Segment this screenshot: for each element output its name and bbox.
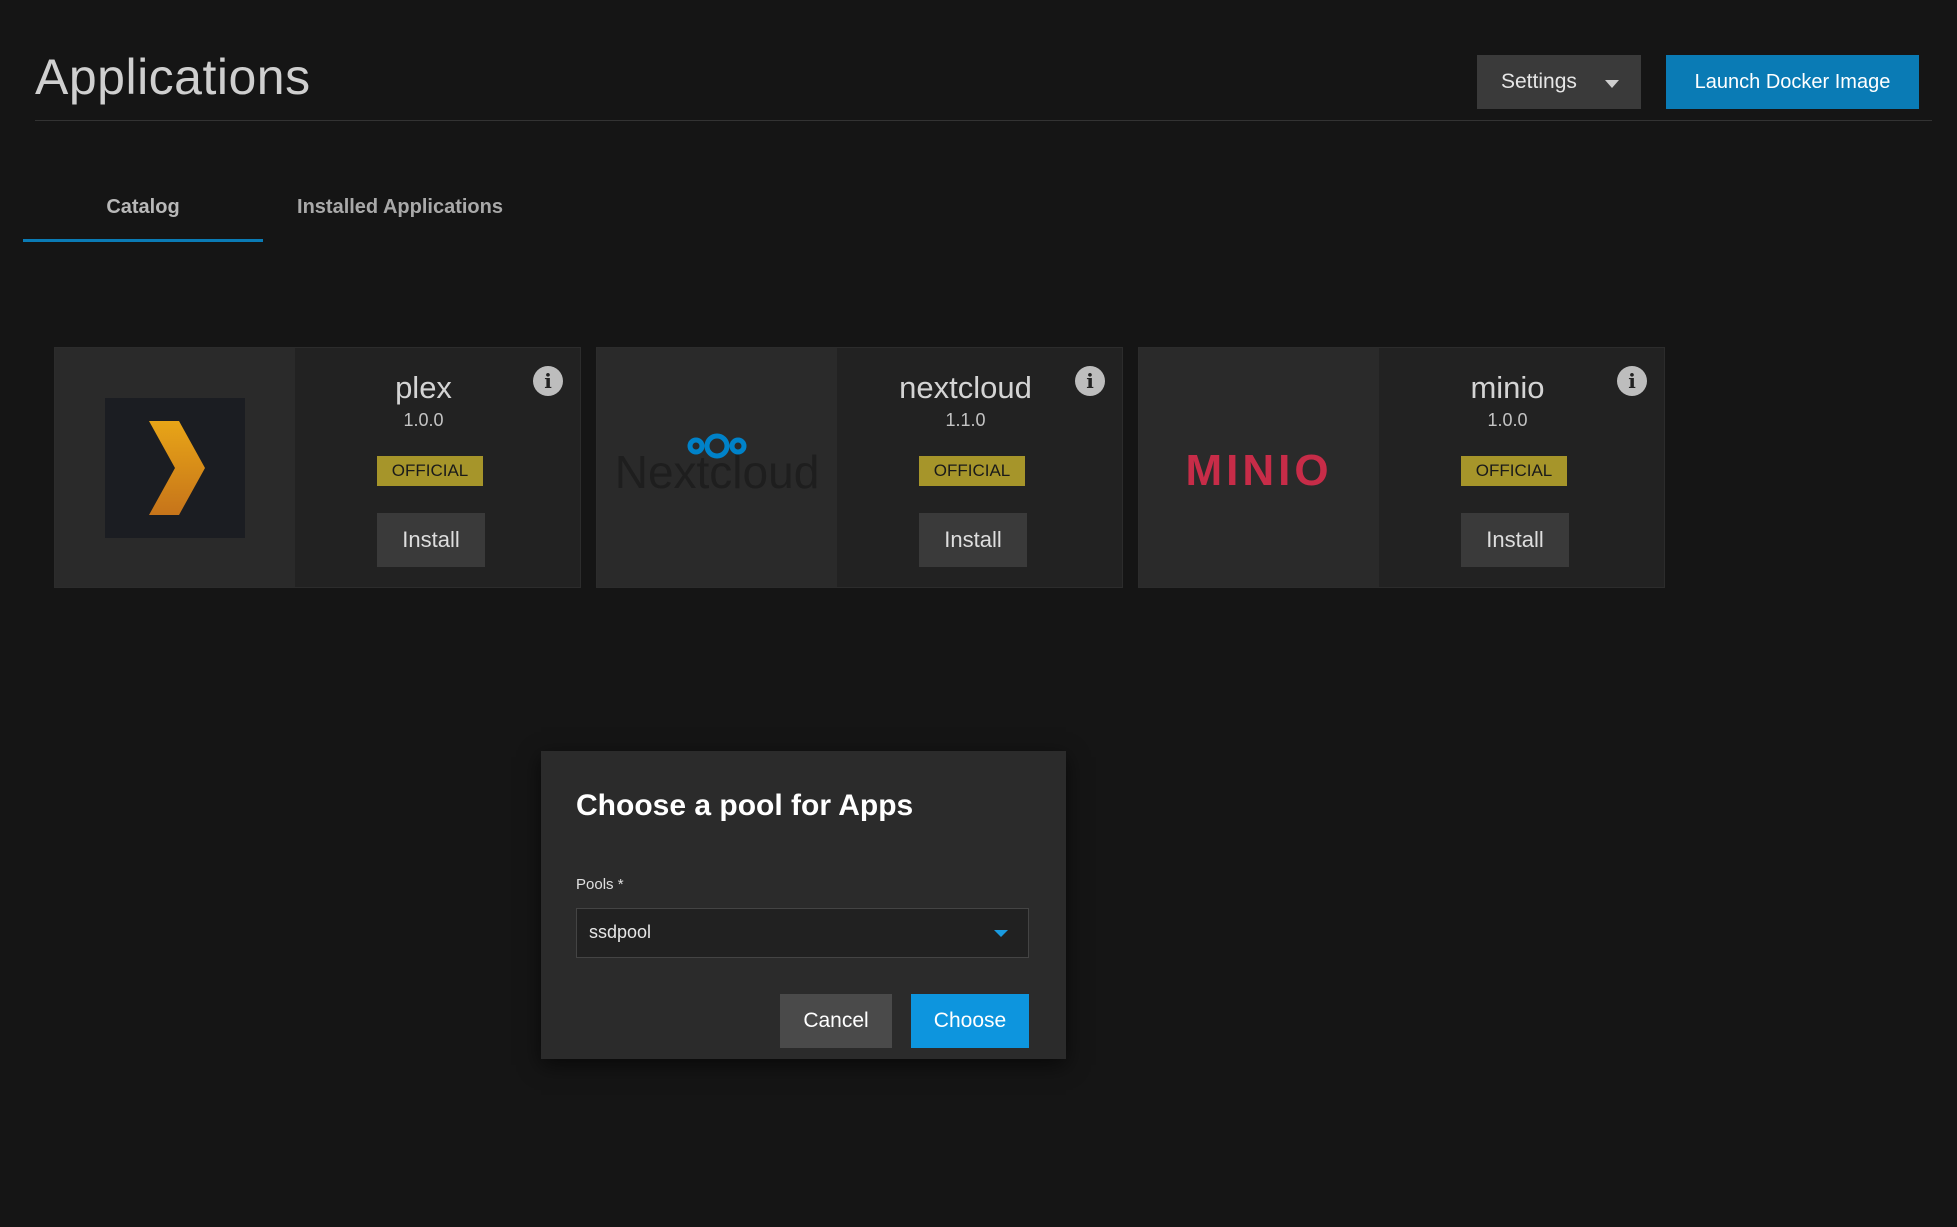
install-minio-button[interactable]: Install xyxy=(1461,513,1569,567)
app-card-nextcloud: Nextcloud nextcloud 1.1.0 OFFICIAL Insta… xyxy=(596,347,1123,588)
pools-select[interactable]: ssdpool xyxy=(576,908,1029,958)
dropdown-arrow-icon xyxy=(994,930,1008,937)
app-logo-panel: MINIO xyxy=(1139,348,1379,587)
tab-installed-applications[interactable]: Installed Applications xyxy=(290,190,510,242)
choose-pool-dialog: Choose a pool for Apps Pools * ssdpool C… xyxy=(541,751,1066,1059)
app-version: 1.1.0 xyxy=(945,410,986,430)
app-name: minio xyxy=(1470,370,1545,405)
settings-button[interactable]: Settings xyxy=(1477,55,1641,109)
active-tab-indicator xyxy=(23,239,263,242)
settings-button-label: Settings xyxy=(1501,70,1577,93)
pools-field-label: Pools * xyxy=(576,876,624,893)
page-title: Applications xyxy=(35,49,311,105)
app-card-minio: MINIO minio 1.0.0 OFFICIAL Install i xyxy=(1138,347,1665,588)
chevron-down-icon xyxy=(1605,80,1619,88)
tab-catalog[interactable]: Catalog xyxy=(23,190,263,242)
app-logo-panel: Nextcloud xyxy=(597,348,837,587)
app-name: plex xyxy=(395,370,452,405)
app-version: 1.0.0 xyxy=(403,410,444,430)
plex-chevron-icon xyxy=(149,421,205,515)
plex-logo xyxy=(105,398,245,538)
tab-catalog-label: Catalog xyxy=(106,196,180,218)
info-icon[interactable]: i xyxy=(533,366,563,396)
launch-docker-image-button[interactable]: Launch Docker Image xyxy=(1666,55,1919,109)
header-divider xyxy=(35,120,1932,121)
dialog-title: Choose a pool for Apps xyxy=(576,789,914,822)
app-card-plex: plex 1.0.0 OFFICIAL Install i xyxy=(54,347,581,588)
info-icon[interactable]: i xyxy=(1075,366,1105,396)
official-badge: OFFICIAL xyxy=(919,456,1025,486)
cancel-button[interactable]: Cancel xyxy=(780,994,892,1048)
app-name: nextcloud xyxy=(899,370,1032,405)
app-logo-panel xyxy=(55,348,295,587)
install-plex-button[interactable]: Install xyxy=(377,513,485,567)
choose-button[interactable]: Choose xyxy=(911,994,1029,1048)
official-badge: OFFICIAL xyxy=(377,456,483,486)
install-nextcloud-button[interactable]: Install xyxy=(919,513,1027,567)
app-version: 1.0.0 xyxy=(1487,410,1528,430)
nextcloud-logo-text: Nextcloud xyxy=(615,446,820,498)
pools-select-value: ssdpool xyxy=(589,922,652,942)
tab-installed-label: Installed Applications xyxy=(297,196,503,218)
official-badge: OFFICIAL xyxy=(1461,456,1567,486)
info-icon[interactable]: i xyxy=(1617,366,1647,396)
minio-logo: MINIO xyxy=(1185,446,1333,495)
nextcloud-logo: Nextcloud xyxy=(615,433,820,498)
